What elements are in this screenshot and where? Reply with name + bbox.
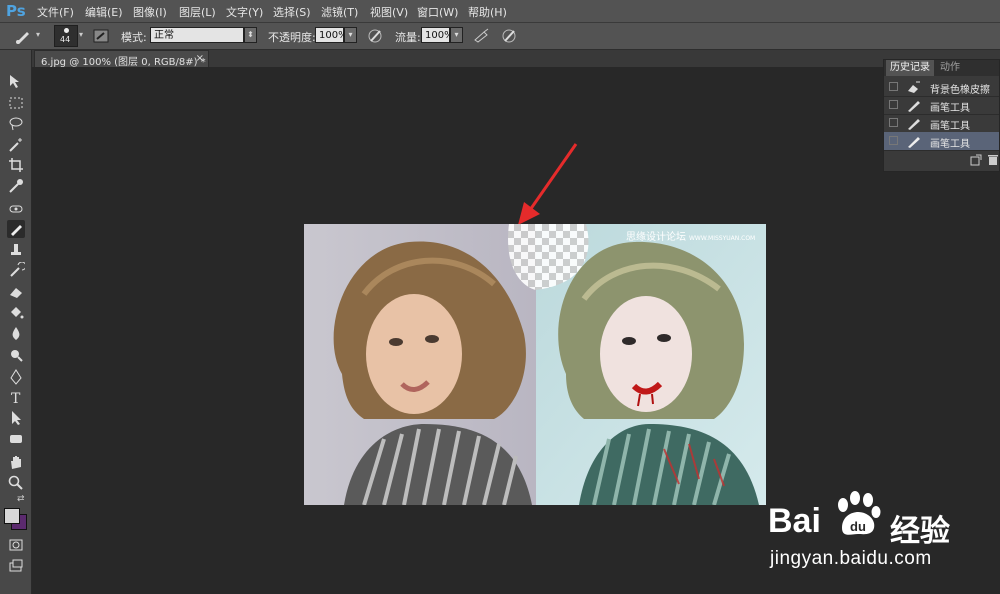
history-item[interactable]: 背景色橡皮擦 [884,78,999,97]
history-item-label: 画笔工具 [930,139,970,150]
magic-wand-tool-icon[interactable] [7,136,25,154]
canvas-watermark-url: WWW.MISSYUAN.COM [689,235,755,242]
opacity-input[interactable]: 100% [315,27,348,43]
menu-view[interactable]: 视图(V) [370,4,408,20]
menu-window[interactable]: 窗口(W) [417,4,458,20]
zoom-tool-icon[interactable] [7,474,25,492]
brush-tool-icon[interactable] [7,220,25,238]
history-panel: 历史记录 动作 背景色橡皮擦 画笔工具 画笔工具 画笔工具 [883,59,1000,172]
close-icon[interactable]: × [196,53,204,64]
menu-help[interactable]: 帮助(H) [468,4,507,20]
brush-icon [906,97,922,113]
document-canvas[interactable]: 思缘设计论坛 WWW.MISSYUAN.COM [304,224,766,505]
history-item-label: 背景色橡皮擦 [930,85,990,96]
mode-dropdown-icon[interactable]: ⬍ [244,27,257,43]
document-tab-title: 6.jpg @ 100% (图层 0, RGB/8#) * [41,57,206,68]
brush-panel-toggle-icon[interactable] [92,27,110,45]
document-tab-bar: 6.jpg @ 100% (图层 0, RGB/8#) * × [32,50,1000,68]
flow-input[interactable]: 100% [421,27,454,43]
menu-type[interactable]: 文字(Y) [226,4,263,20]
eraser-tool-icon[interactable] [7,283,25,301]
crop-tool-icon[interactable] [7,156,25,174]
tab-history[interactable]: 历史记录 [886,60,934,76]
flow-label: 流量: [395,31,421,44]
tools-panel: T ⇄ [0,50,32,594]
menu-filter[interactable]: 滤镜(T) [321,4,358,20]
history-snapshot-checkbox[interactable] [889,118,898,127]
canvas-watermark-cn: 思缘设计论坛 [626,230,686,243]
menu-image[interactable]: 图像(I) [133,4,167,20]
trash-icon[interactable] [988,154,998,166]
menu-edit[interactable]: 编辑(E) [85,4,123,20]
rectangle-tool-icon[interactable] [7,430,25,448]
paw-icon: du [838,491,881,535]
mode-select[interactable]: 正常 [150,27,244,43]
photoshop-logo: Ps [6,2,26,20]
brush-size-value: 44 [60,35,71,44]
pen-tool-icon[interactable] [7,368,25,386]
history-item-label: 画笔工具 [930,121,970,132]
menu-file[interactable]: 文件(F) [37,4,74,20]
history-panel-tabs: 历史记录 动作 [884,60,999,76]
history-snapshot-checkbox[interactable] [889,82,898,91]
menu-layer[interactable]: 图层(L) [179,4,216,20]
history-snapshot-checkbox[interactable] [889,100,898,109]
paint-bucket-tool-icon[interactable] [7,304,25,322]
path-selection-tool-icon[interactable] [7,409,25,427]
baidu-jingyan-url: jingyan.baidu.com [770,548,932,569]
history-item-selected[interactable]: 画笔工具 [884,132,999,151]
document-tab[interactable]: 6.jpg @ 100% (图层 0, RGB/8#) * × [34,50,209,68]
menu-select[interactable]: 选择(S) [273,4,311,20]
eyedropper-tool-icon[interactable] [7,177,25,195]
tab-actions[interactable]: 动作 [936,60,964,76]
options-bar: ▾ 44 ▾ 模式: 正常 ⬍ 不透明度: 100% ▾ 流量: 100% ▾ [0,23,1000,50]
screen-mode-icon[interactable] [7,557,25,575]
brand-jingyan: 经验 [890,514,950,549]
move-tool-icon[interactable] [7,72,25,90]
history-brush-tool-icon[interactable] [7,261,27,280]
chevron-down-icon[interactable]: ▾ [36,30,40,39]
svg-text:du: du [850,519,866,534]
menu-bar: Ps 文件(F) 编辑(E) 图像(I) 图层(L) 文字(Y) 选择(S) 滤… [0,0,1000,23]
pressure-size-icon[interactable] [500,27,518,45]
dodge-tool-icon[interactable] [7,346,25,364]
history-item-label: 画笔工具 [930,103,970,114]
brand-text: Bai [768,502,821,540]
opacity-dropdown-icon[interactable]: ▾ [344,27,357,43]
swap-colors-icon[interactable]: ⇄ [17,494,27,504]
history-item[interactable]: 画笔工具 [884,114,999,133]
clone-stamp-tool-icon[interactable] [7,241,25,259]
flow-dropdown-icon[interactable]: ▾ [450,27,463,43]
brush-size-picker[interactable]: 44 [54,25,78,47]
marquee-tool-icon[interactable] [7,94,25,112]
healing-brush-tool-icon[interactable] [7,200,25,218]
history-snapshot-checkbox[interactable] [889,136,898,145]
history-item[interactable]: 画笔工具 [884,96,999,115]
brush-icon [906,115,922,131]
type-tool-icon[interactable]: T [7,388,25,407]
opacity-label: 不透明度: [268,31,316,44]
pressure-opacity-icon[interactable] [366,27,384,45]
baidu-jingyan-logo: Bai du 经验 [768,491,988,550]
airbrush-icon[interactable] [472,27,490,45]
brush-dot-icon [64,28,69,33]
chevron-down-icon[interactable]: ▾ [79,30,83,39]
annotation-arrow [518,143,578,225]
brush-preset-icon[interactable] [14,27,32,45]
background-eraser-icon [906,79,922,95]
svg-text:T: T [11,391,21,406]
canvas-artwork: 思缘设计论坛 WWW.MISSYUAN.COM [304,224,766,505]
lasso-tool-icon[interactable] [7,115,25,133]
foreground-color-swatch[interactable] [4,508,20,524]
quick-mask-icon[interactable] [7,536,25,554]
brush-icon [906,133,922,149]
new-document-from-state-icon[interactable] [970,154,982,166]
blur-tool-icon[interactable] [7,325,25,343]
mode-label: 模式: [121,31,147,44]
hand-tool-icon[interactable] [7,453,25,471]
